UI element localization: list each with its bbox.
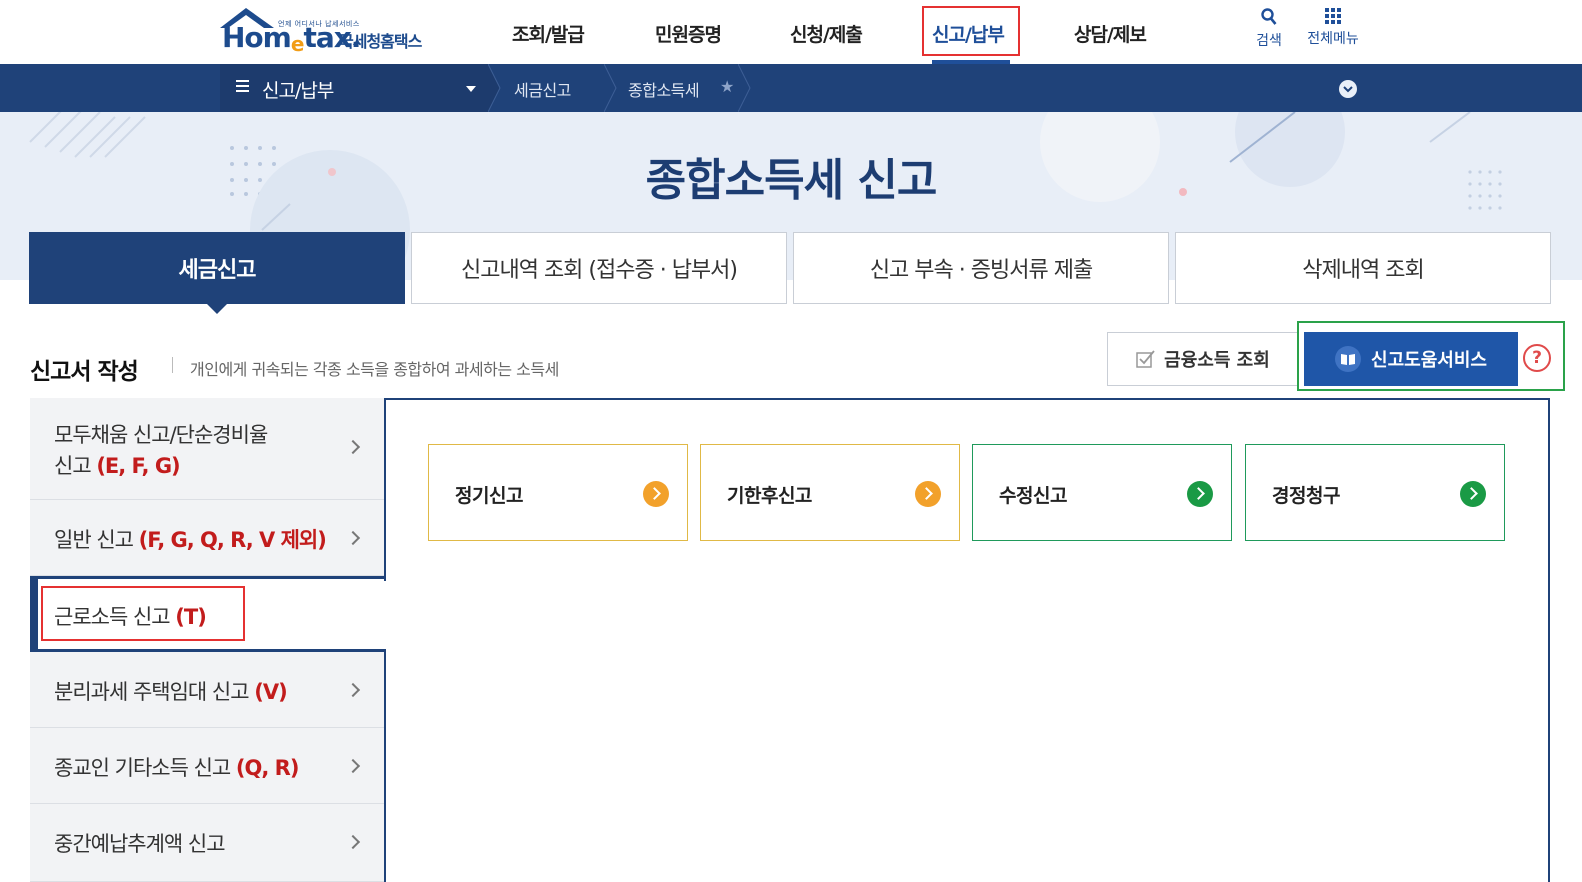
search-icon [1261, 8, 1277, 25]
financial-income-button[interactable]: 금융소득 조회 [1107, 332, 1299, 386]
favorite-star-icon[interactable]: ★ [720, 77, 734, 96]
card-refund-claim[interactable]: 경정청구 [1245, 444, 1505, 541]
checkbox-edit-icon [1136, 350, 1155, 368]
arrow-right-circle-icon [1460, 481, 1486, 507]
earned-income-highlight [41, 586, 245, 641]
side-item-label: 일반 신고 (F, G, Q, R, V 제외) [54, 528, 327, 552]
breadcrumb: 신고/납부 세금신고 종합소득세 ★ [0, 64, 1582, 112]
help-question-icon[interactable]: ? [1523, 344, 1551, 372]
side-item-interim-prepayment[interactable]: 중간예납추계액 신고 [30, 804, 386, 882]
breadcrumb-expand-button[interactable] [1339, 80, 1357, 98]
card-label: 수정신고 [999, 485, 1067, 507]
breadcrumb-separator-icon [738, 64, 751, 112]
side-item-label: 종교인 기타소득 신고 (Q, R) [54, 756, 299, 780]
side-item-label: 모두채움 신고/단순경비율 신고 (E, F, G) [54, 423, 268, 478]
side-item-housing-rental[interactable]: 분리과세 주택임대 신고 (V) [30, 652, 386, 728]
section-description: 개인에게 귀속되는 각종 소득을 종합하여 과세하는 소득세 [190, 360, 559, 379]
gnb-active-highlight [922, 6, 1020, 56]
card-label: 정기신고 [455, 485, 523, 507]
chevron-right-icon [345, 682, 361, 698]
side-item-religious-income[interactable]: 종교인 기타소득 신고 (Q, R) [30, 728, 386, 804]
financial-income-label: 금융소득 조회 [1164, 350, 1270, 371]
tab-deleted-history[interactable]: 삭제내역 조회 [1175, 232, 1551, 304]
chevron-right-icon [345, 758, 361, 774]
section-title: 신고서 작성 [30, 359, 139, 385]
tab-filing-history[interactable]: 신고내역 조회 (접수증 · 납부서) [411, 232, 787, 304]
tab-attachments-submit[interactable]: 신고 부속 · 증빙서류 제출 [793, 232, 1169, 304]
help-service-label: 신고도움서비스 [1371, 350, 1487, 371]
panel-join [384, 581, 388, 649]
hometax-logo[interactable]: 언제 어디서나 납세서비스 Hometax. 국세청홈택스 [218, 6, 438, 58]
card-regular-filing[interactable]: 정기신고 [428, 444, 688, 541]
book-icon [1335, 346, 1362, 372]
chevron-right-icon [345, 439, 361, 455]
search-button[interactable]: 검색 [1252, 8, 1286, 50]
all-menu-label: 전체메뉴 [1307, 31, 1359, 47]
logo-korean-name: 국세청홈택스 [339, 32, 422, 51]
search-label: 검색 [1256, 33, 1282, 49]
gnb-item-application[interactable]: 신청/제출 [790, 20, 863, 47]
tab-tax-filing[interactable]: 세금신고 [29, 232, 405, 304]
section-divider [172, 357, 173, 373]
arrow-right-circle-icon [1187, 481, 1213, 507]
gnb-item-certificates[interactable]: 민원증명 [655, 20, 722, 47]
breadcrumb-separator-icon [604, 64, 617, 112]
arrow-right-circle-icon [915, 481, 941, 507]
card-label: 경정청구 [1272, 485, 1340, 507]
gnb-item-consult[interactable]: 상담/제보 [1074, 20, 1147, 47]
chevron-right-icon [345, 530, 361, 546]
breadcrumb-item-income-tax[interactable]: 종합소득세 [628, 77, 700, 101]
breadcrumb-item-tax-filing[interactable]: 세금신고 [514, 77, 571, 101]
gnb-item-inquiry[interactable]: 조회/발급 [512, 20, 585, 47]
card-late-filing[interactable]: 기한후신고 [700, 444, 960, 541]
side-item-label: 분리과세 주택임대 신고 (V) [54, 680, 288, 704]
chevron-down-icon [1343, 86, 1353, 93]
card-amended-filing[interactable]: 수정신고 [972, 444, 1232, 541]
side-item-label: 중간예납추계액 신고 [54, 832, 226, 856]
caret-down-icon [466, 86, 476, 92]
breadcrumb-menu-label: 신고/납부 [262, 80, 334, 102]
help-service-button[interactable]: 신고도움서비스 [1304, 332, 1518, 386]
breadcrumb-menu-dropdown[interactable]: 신고/납부 [220, 64, 488, 112]
page-title: 종합소득세 신고 [645, 155, 938, 206]
grid-menu-icon [1325, 8, 1341, 24]
card-label: 기한후신고 [727, 485, 812, 507]
arrow-right-circle-icon [643, 481, 669, 507]
breadcrumb-separator-icon [488, 64, 501, 112]
chevron-right-icon [345, 834, 361, 850]
all-menu-button[interactable]: 전체메뉴 [1302, 8, 1364, 48]
hamburger-icon [236, 80, 249, 93]
side-item-general[interactable]: 일반 신고 (F, G, Q, R, V 제외) [30, 500, 386, 576]
active-tab-pointer [207, 304, 227, 314]
top-header: 언제 어디서나 납세서비스 Hometax. 국세청홈택스 조회/발급 민원증명… [0, 0, 1582, 64]
side-item-prefilled[interactable]: 모두채움 신고/단순경비율 신고 (E, F, G) [30, 398, 386, 500]
